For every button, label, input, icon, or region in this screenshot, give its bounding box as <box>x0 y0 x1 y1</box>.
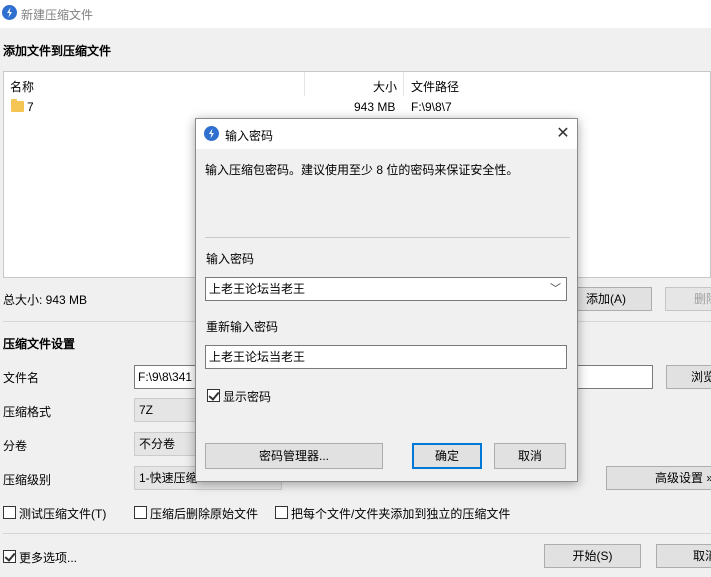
window-title: 新建压缩文件 <box>21 8 94 22</box>
format-label: 压缩格式 <box>3 405 52 419</box>
total-size: 总大小: 943 MB <box>3 293 88 307</box>
reenter-password-input[interactable]: 上老王论坛当老王 <box>205 345 567 369</box>
dialog-cancel-button[interactable]: 取消 <box>494 443 566 469</box>
title-bar: 新建压缩文件 <box>0 0 711 28</box>
advanced-settings-button[interactable]: 高级设置 » <box>606 466 711 490</box>
divider <box>3 533 711 534</box>
dialog-title: 输入密码 <box>225 129 274 143</box>
cancel-button[interactable]: 取消 <box>656 544 711 568</box>
file-name: 7 <box>27 100 34 114</box>
password-manager-button[interactable]: 密码管理器... <box>205 443 383 469</box>
show-password-label[interactable]: 显示密码 <box>223 388 271 405</box>
ok-button[interactable]: 确定 <box>412 443 482 469</box>
separate-archives-label: 把每个文件/文件夹添加到独立的压缩文件 <box>291 507 511 521</box>
delete-after-label: 压缩后删除原始文件 <box>150 507 259 521</box>
app-logo-icon <box>204 126 219 141</box>
browse-button[interactable]: 浏览 <box>666 365 711 389</box>
split-label: 分卷 <box>3 439 28 453</box>
folder-icon <box>11 99 24 112</box>
password-dialog: 输入密码 ✕ 输入压缩包密码。建议使用至少 8 位的密码来保证安全性。 输入密码… <box>195 118 578 482</box>
test-archive-label: 测试压缩文件(T) <box>19 507 107 521</box>
delete-after-checkbox[interactable] <box>134 506 147 519</box>
file-path: F:\9\8\7 <box>411 100 452 114</box>
separate-archives-checkbox[interactable] <box>275 506 288 519</box>
column-header-path[interactable]: 文件路径 <box>411 78 459 95</box>
password-input[interactable]: 上老王论坛当老王 ﹀ <box>205 277 567 301</box>
column-header-size[interactable]: 大小 <box>373 78 397 95</box>
chevron-down-icon[interactable]: ﹀ <box>550 278 561 300</box>
more-options-label[interactable]: 更多选项... <box>19 549 77 566</box>
app-logo-icon <box>2 5 17 20</box>
delete-button[interactable]: 删除 <box>665 287 711 311</box>
column-separator <box>304 72 305 96</box>
column-header-name[interactable]: 名称 <box>10 78 34 95</box>
more-options-checkbox[interactable] <box>3 550 16 563</box>
files-section-title: 添加文件到压缩文件 <box>3 44 112 58</box>
column-separator <box>403 72 404 96</box>
divider <box>205 237 570 238</box>
filename-label: 文件名 <box>3 371 40 385</box>
dialog-title-bar: 输入密码 ✕ <box>196 119 577 149</box>
password-label: 输入密码 <box>206 252 255 266</box>
settings-section-title: 压缩文件设置 <box>3 337 76 351</box>
password-value: 上老王论坛当老王 <box>209 282 306 296</box>
file-size: 943 MB <box>354 100 396 114</box>
test-archive-checkbox[interactable] <box>3 506 16 519</box>
level-label: 压缩级别 <box>3 473 52 487</box>
table-row[interactable]: 7 943 MB F:\9\8\7 <box>4 96 710 116</box>
close-icon[interactable]: ✕ <box>550 121 576 147</box>
dialog-description: 输入压缩包密码。建议使用至少 8 位的密码来保证安全性。 <box>205 163 519 177</box>
show-password-checkbox[interactable] <box>207 389 220 402</box>
start-button[interactable]: 开始(S) <box>544 544 641 568</box>
reenter-password-label: 重新输入密码 <box>206 320 279 334</box>
